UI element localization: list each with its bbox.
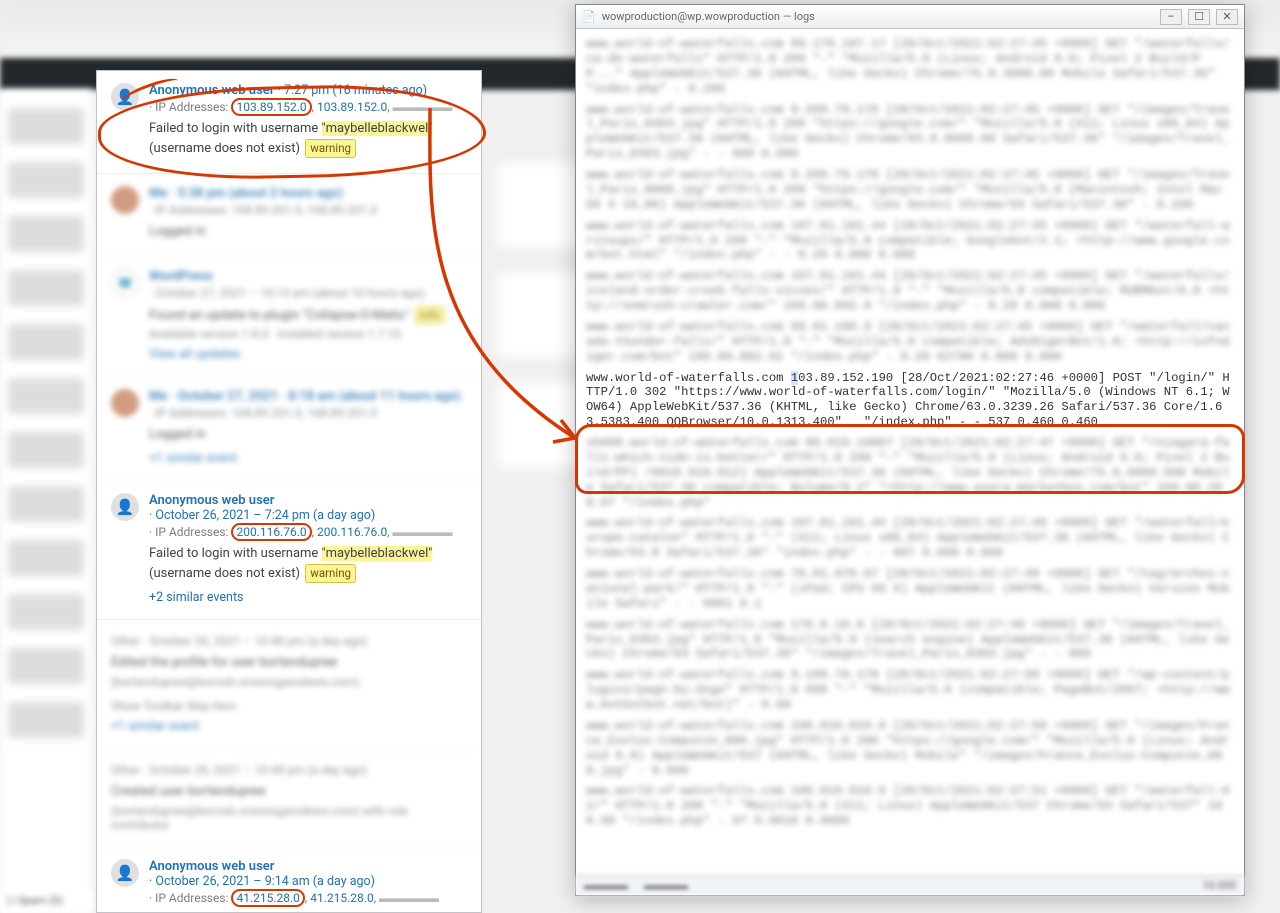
entry-time: · October 26, 2021 – 7:24 pm (a day ago) (149, 508, 467, 523)
log-window-statusbar: ▬▬▬▬▬▬▬▬10.000 (576, 875, 1244, 895)
ip-address-link[interactable]: 41.215.28.0 (310, 891, 373, 905)
entry-user[interactable]: Anonymous web user (149, 859, 274, 874)
entry-message: Failed to login with username "maybelleb… (149, 545, 467, 584)
user-avatar (111, 389, 139, 417)
window-title: wowproduction@wp.wowproduction — logs (602, 10, 815, 23)
ip-address-link[interactable]: 200.116.76.0 (317, 525, 387, 539)
similar-events-link[interactable]: +2 similar events (149, 590, 243, 605)
warning-badge: warning (305, 564, 356, 583)
ip-address-link[interactable]: 200.116.76.0 (231, 523, 311, 541)
activity-entry[interactable]: 👤 Anonymous web user · October 26, 2021 … (97, 847, 481, 913)
entry-user[interactable]: Anonymous web user (149, 493, 274, 508)
anonymous-user-icon: 👤 (111, 859, 139, 887)
entry-time: · October 26, 2021 – 9:14 am (a day ago) (149, 874, 467, 889)
activity-entry[interactable]: Other · October 26, 2021 – 10:48 pm (a d… (97, 749, 481, 847)
anonymous-user-icon: 👤 (111, 83, 139, 111)
log-window: 📄 wowproduction@wp.wowproduction — logs … (575, 4, 1245, 896)
ip-address-link[interactable]: 103.89.152.0 (231, 98, 311, 116)
activity-entry[interactable]: Other · October 26, 2021 – 10:48 pm (a d… (97, 620, 481, 749)
entry-ip-line: · IP Addresses: 41.215.28.0, 41.215.28.0… (149, 891, 467, 905)
footer-status: ) | Spam (0) (0, 891, 92, 913)
highlighted-log-line: www.world-of-waterfalls.com 103.89.152.1… (586, 371, 1234, 431)
wordpress-icon: W (111, 269, 139, 297)
close-button[interactable]: ✕ (1216, 9, 1238, 25)
entry-ip-line: · IP Addresses: 200.116.76.0, 200.116.76… (149, 525, 467, 539)
ip-selection-highlight: 1 (791, 371, 798, 385)
log-body[interactable]: www.world-of-waterfalls.com 99.170.107.1… (576, 29, 1244, 875)
minimize-button[interactable]: – (1160, 9, 1182, 25)
username-highlight: "maybelleblackwel" (322, 546, 433, 561)
activity-entry[interactable]: 👤 Anonymous web user · October 26, 2021 … (97, 481, 481, 620)
anonymous-user-icon: 👤 (111, 493, 139, 521)
log-window-titlebar[interactable]: 📄 wowproduction@wp.wowproduction — logs … (576, 5, 1244, 29)
ip-address-link[interactable]: 41.215.28.0 (231, 889, 304, 907)
user-avatar (111, 186, 139, 214)
app-icon: 📄 (582, 10, 596, 23)
annotation-arrow (320, 80, 600, 460)
entry-user[interactable]: Anonymous web user (149, 83, 274, 98)
view-updates-link[interactable]: View all updates (149, 347, 240, 362)
maximize-button[interactable]: ☐ (1188, 9, 1210, 25)
